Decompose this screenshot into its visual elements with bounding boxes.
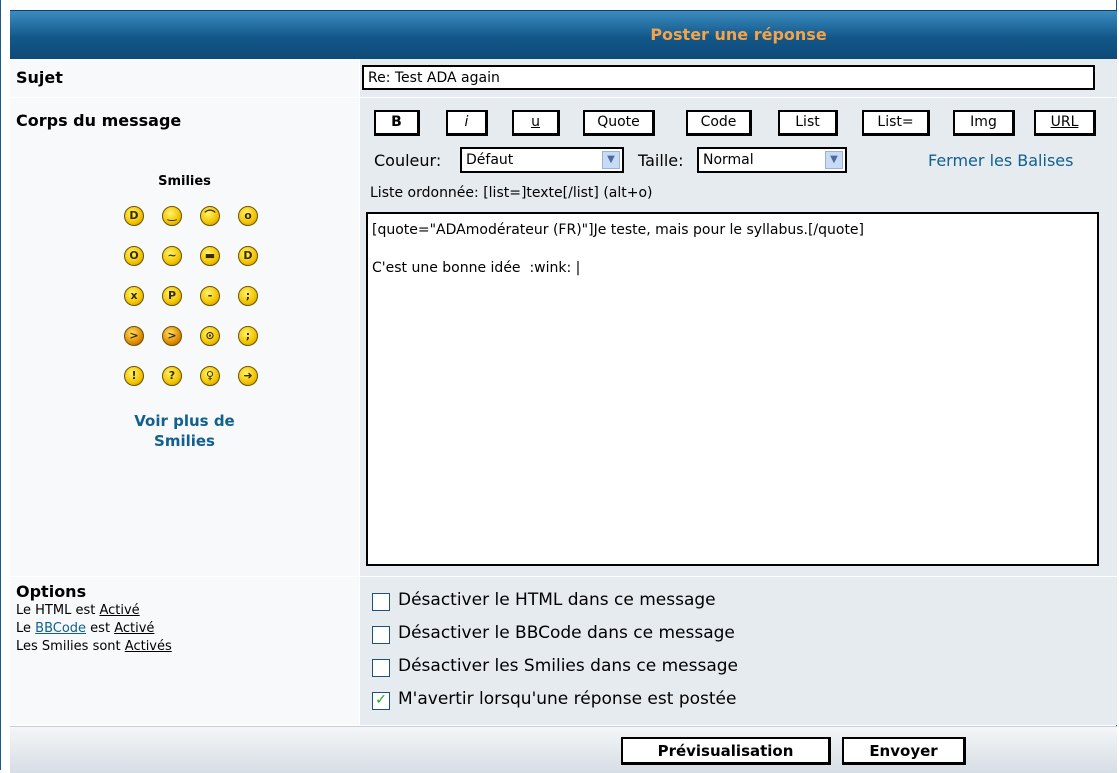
smilies-status-value: Activés <box>124 639 172 654</box>
smilies-status-line: Les Smilies sont Activés <box>16 638 172 656</box>
exclamation-smiley-icon[interactable]: ! <box>124 366 144 386</box>
color-label: Couleur: <box>374 151 442 170</box>
bbcode-status-mid: est <box>86 621 115 636</box>
bbcode-help-text: Liste ordonnée: [list=]texte[/list] (alt… <box>370 185 653 201</box>
code-button[interactable]: Code <box>686 110 752 136</box>
bbcode-faq-link[interactable]: BBCode <box>35 621 86 636</box>
size-label: Taille: <box>638 151 684 170</box>
checkmark-icon: ✓ <box>375 692 387 708</box>
html-status-prefix: Le HTML est <box>16 603 100 618</box>
evil-smiley-icon[interactable]: > <box>124 326 144 346</box>
message-line-2: C'est une bonne idée :wink: | <box>372 260 581 276</box>
quote-button[interactable]: Quote <box>583 110 655 136</box>
smile-smiley-icon[interactable]: ‿ <box>162 206 182 226</box>
disable-bbcode-label: Désactiver le BBCode dans ce message <box>398 623 735 643</box>
form-header: Poster une réponse <box>10 10 1117 59</box>
disable-smilies-label: Désactiver les Smilies dans ce message <box>398 656 739 676</box>
list-button[interactable]: List <box>778 110 838 136</box>
twisted-evil-smiley-icon[interactable]: > <box>162 326 182 346</box>
body-label-cell: Corps du message Smilies D ‿ ⌒ o O ~ ▬ Dx P -; > > ⊙… <box>10 98 359 576</box>
color-select-value: Défaut <box>466 152 514 168</box>
rolling-eyes-smiley-icon[interactable]: ⊙ <box>200 326 220 346</box>
disable-smilies-checkbox[interactable] <box>372 659 390 677</box>
url-button[interactable]: URL <box>1034 110 1096 136</box>
smilies-title: Smilies <box>158 174 211 189</box>
shocked-smiley-icon[interactable]: O <box>124 246 144 266</box>
form-title: Poster une réponse <box>650 25 827 44</box>
italic-button[interactable]: i <box>446 110 488 136</box>
message-line-1: [quote="ADAmodérateur (FR)"]Je teste, ma… <box>372 222 865 238</box>
laughing-smiley-icon[interactable]: D <box>238 246 258 266</box>
bold-button[interactable]: B <box>374 110 420 136</box>
subject-label-cell: Sujet <box>10 59 359 97</box>
size-select[interactable]: Normal ▼ <box>697 147 847 173</box>
options-label-cell: Options Le HTML est Activé Le BBCode est… <box>10 577 359 725</box>
options-title: Options <box>16 582 87 601</box>
options-status-list: Le HTML est Activé Le BBCode est Activé … <box>16 602 172 656</box>
confused-smiley-icon[interactable]: ~ <box>162 246 182 266</box>
disable-html-checkbox[interactable] <box>372 593 390 611</box>
subject-input[interactable] <box>362 65 1095 90</box>
more-smilies-line2: Smilies <box>154 432 215 450</box>
notify-reply-label: M'avertir lorsqu'une réponse est postée <box>398 689 737 709</box>
bbcode-status-line: Le BBCode est Activé <box>16 620 172 638</box>
chevron-down-icon: ▼ <box>602 151 620 169</box>
smilies-status-prefix: Les Smilies sont <box>16 639 125 654</box>
html-status-line: Le HTML est Activé <box>16 602 172 620</box>
mad-smiley-icon[interactable]: x <box>124 286 144 306</box>
wink-smiley-icon[interactable]: ; <box>238 326 258 346</box>
idea-smiley-icon[interactable]: ♀ <box>200 366 220 386</box>
crying-smiley-icon[interactable]: ; <box>238 286 258 306</box>
disable-bbcode-checkbox[interactable] <box>372 626 390 644</box>
more-smilies-line1: Voir plus de <box>134 412 235 430</box>
bbcode-status-prefix: Le <box>16 621 36 636</box>
subject-label: Sujet <box>16 68 63 87</box>
bbcode-status-value: Activé <box>114 621 155 636</box>
very-happy-smiley-icon[interactable]: D <box>124 206 144 226</box>
underline-button[interactable]: u <box>512 110 560 136</box>
cool-smiley-icon[interactable]: ▬ <box>200 246 220 266</box>
arrow-smiley-icon[interactable]: ➜ <box>238 366 258 386</box>
ordered-list-button[interactable]: List= <box>862 110 930 136</box>
body-label: Corps du message <box>16 111 182 130</box>
more-smilies-link[interactable]: Voir plus de Smilies <box>10 411 359 451</box>
image-button[interactable]: Img <box>953 110 1015 136</box>
razz-smiley-icon[interactable]: P <box>162 286 182 306</box>
chevron-down-icon: ▼ <box>825 151 843 169</box>
preview-button[interactable]: Prévisualisation <box>621 737 831 765</box>
message-textarea[interactable]: [quote="ADAmodérateur (FR)"]Je teste, ma… <box>366 212 1099 566</box>
color-select[interactable]: Défaut ▼ <box>460 147 624 173</box>
embarrassed-smiley-icon[interactable]: - <box>200 286 220 306</box>
surprised-smiley-icon[interactable]: o <box>238 206 258 226</box>
notify-reply-checkbox[interactable]: ✓ <box>372 692 390 710</box>
close-tags-link[interactable]: Fermer les Balises <box>928 151 1073 170</box>
disable-html-label: Désactiver le HTML dans ce message <box>398 590 716 610</box>
size-select-value: Normal <box>703 152 754 168</box>
html-status-value: Activé <box>99 603 140 618</box>
sad-smiley-icon[interactable]: ⌒ <box>200 206 220 226</box>
submit-button[interactable]: Envoyer <box>842 737 966 765</box>
question-smiley-icon[interactable]: ? <box>162 366 182 386</box>
